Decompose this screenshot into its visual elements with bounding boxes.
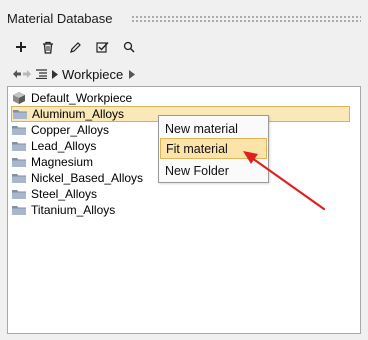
folder-icon	[11, 123, 27, 137]
toolbar	[12, 38, 147, 56]
chevron-right-icon	[129, 69, 136, 79]
forward-arrow-icon	[23, 70, 31, 78]
trash-icon	[43, 41, 53, 54]
search-button[interactable]	[120, 38, 138, 56]
chevron-right-icon	[52, 69, 58, 79]
context-menu-fit-material[interactable]: Fit material	[160, 138, 267, 159]
tree-item-label: Default_Workpiece	[31, 91, 133, 105]
tree-item[interactable]: Nickel_Based_Alloys	[11, 170, 147, 186]
tree-item-label: Copper_Alloys	[31, 123, 110, 137]
forward-button[interactable]	[22, 68, 32, 80]
cube-icon	[11, 91, 27, 105]
folder-icon	[11, 203, 27, 217]
context-menu-new-material[interactable]: New material	[160, 118, 267, 139]
add-button[interactable]	[12, 38, 30, 56]
search-icon	[123, 41, 135, 53]
tree-item[interactable]: Titanium_Alloys	[11, 202, 119, 218]
breadcrumb-separator[interactable]	[52, 69, 58, 79]
tree-item[interactable]: Steel_Alloys	[11, 186, 101, 202]
list-icon	[36, 69, 47, 79]
context-menu-new-folder[interactable]: New Folder	[160, 160, 267, 181]
tree-item-label: Aluminum_Alloys	[32, 107, 125, 121]
pencil-icon	[69, 41, 81, 53]
tree-item-label: Steel_Alloys	[31, 187, 98, 201]
folder-icon	[11, 171, 27, 185]
back-arrow-icon	[13, 70, 21, 78]
breadcrumb-next[interactable]	[129, 69, 136, 79]
panel-drag-handle[interactable]	[131, 15, 361, 24]
tree-list-button[interactable]	[36, 68, 48, 80]
tree-item[interactable]: Lead_Alloys	[11, 138, 100, 154]
tree-item-label: Titanium_Alloys	[31, 203, 116, 217]
delete-button[interactable]	[39, 38, 57, 56]
context-menu: New material Fit material New Folder	[158, 115, 269, 183]
breadcrumb-current[interactable]: Workpiece	[62, 67, 123, 82]
tree-item[interactable]: Default_Workpiece	[11, 90, 136, 106]
tree-item[interactable]: Magnesium	[11, 154, 97, 170]
check-button[interactable]	[93, 38, 111, 56]
tree-item[interactable]: Copper_Alloys	[11, 122, 113, 138]
back-button[interactable]	[12, 68, 22, 80]
folder-icon	[11, 139, 27, 153]
tree-item-label: Nickel_Based_Alloys	[31, 171, 144, 185]
folder-icon	[11, 155, 27, 169]
checkbox-check-icon	[95, 41, 109, 53]
tree-item-label: Magnesium	[31, 155, 94, 169]
panel-title: Material Database	[7, 11, 113, 26]
plus-icon	[16, 42, 26, 52]
breadcrumb: Workpiece	[12, 66, 136, 82]
edit-button[interactable]	[66, 38, 84, 56]
folder-icon	[11, 187, 27, 201]
tree-item-label: Lead_Alloys	[31, 139, 97, 153]
folder-icon	[12, 107, 28, 121]
